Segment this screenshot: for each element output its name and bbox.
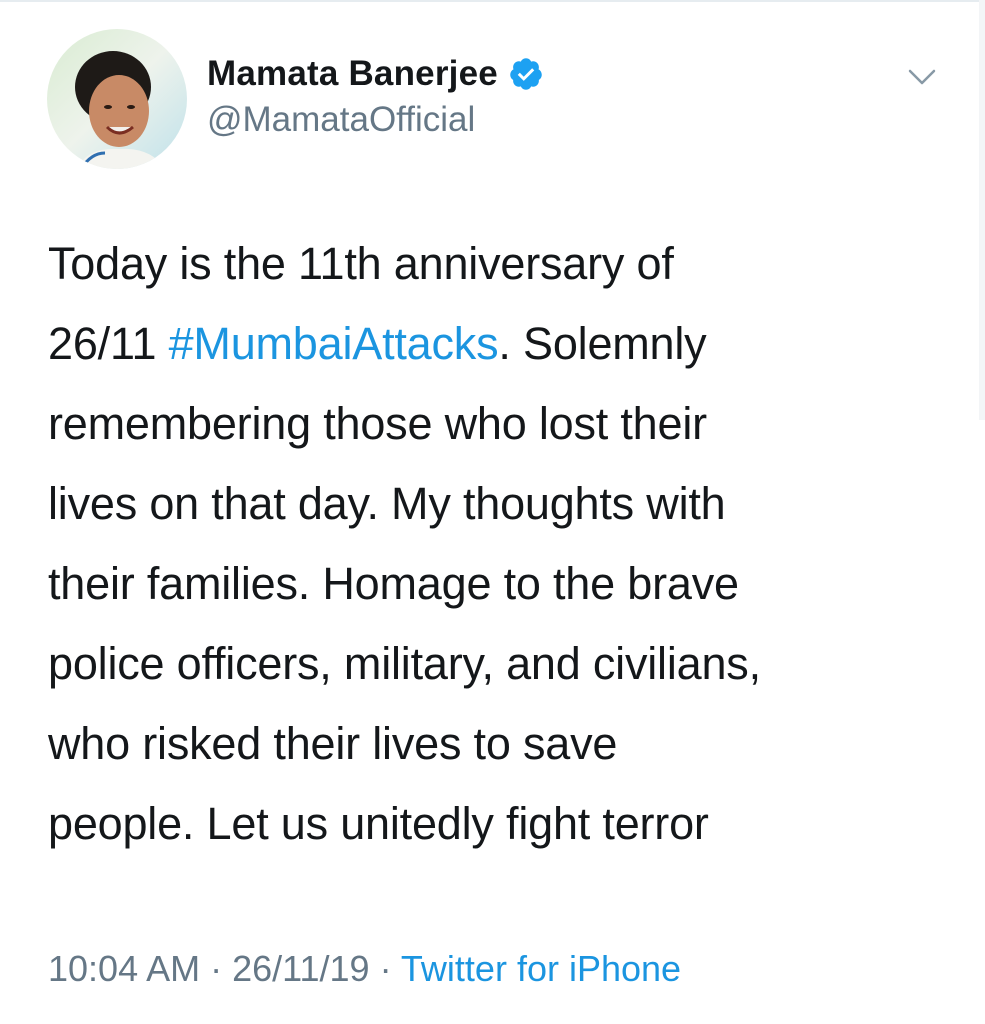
chevron-down-icon[interactable] <box>902 62 942 92</box>
display-name[interactable]: Mamata Banerjee <box>207 54 498 94</box>
top-divider <box>0 0 985 2</box>
author-name-row[interactable]: Mamata Banerjee <box>207 52 544 96</box>
tweet-text: Today is the 11th anniversary of 26/11 #… <box>48 224 958 864</box>
avatar[interactable] <box>47 29 187 169</box>
meta-separator: · <box>200 948 233 989</box>
tweet-metadata: 10:04 AM · 26/11/19 · Twitter for iPhone <box>48 948 681 990</box>
tweet-text-after: . Solemnly remembering those who lost th… <box>48 318 761 849</box>
verified-badge-icon <box>508 56 544 92</box>
tweet-date[interactable]: 26/11/19 <box>232 948 369 989</box>
source-link[interactable]: Twitter for iPhone <box>401 948 681 989</box>
meta-separator-2: · <box>369 948 401 989</box>
scrollbar-track <box>979 0 985 420</box>
hashtag-link[interactable]: #MumbaiAttacks <box>169 318 499 369</box>
author-handle[interactable]: @MamataOfficial <box>207 100 475 140</box>
tweet-time[interactable]: 10:04 AM <box>48 948 200 989</box>
